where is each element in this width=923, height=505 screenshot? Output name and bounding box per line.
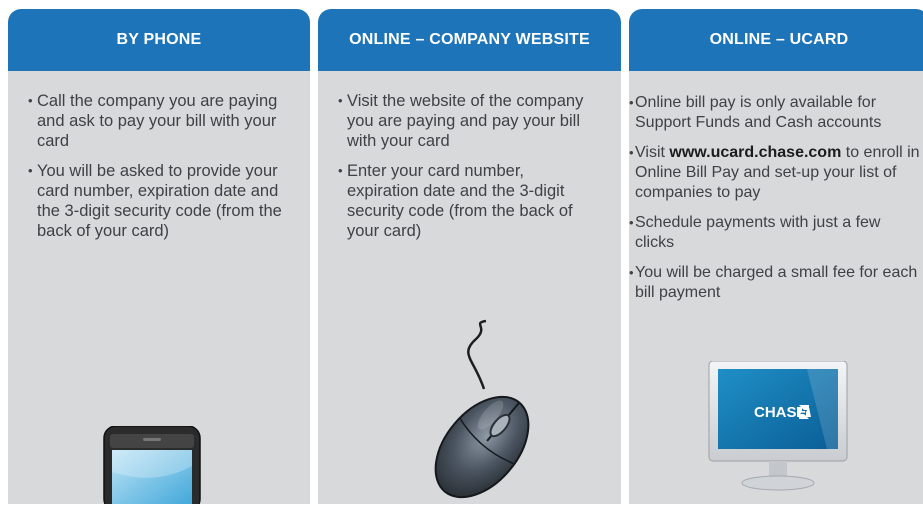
panel-ucard: ONLINE – UCARD Online bill pay is only a…: [629, 9, 923, 504]
panel-by-phone: BY PHONE Call the company you are paying…: [8, 9, 310, 504]
bullet-item: Call the company you are paying and ask …: [28, 91, 300, 151]
mobile-phone-icon: [96, 425, 206, 504]
bullet-item: Enter your card number, expiration date …: [338, 161, 598, 241]
ucard-website-link[interactable]: www.ucard.chase.com: [669, 144, 841, 161]
bullet-item: Online bill pay is only available for Su…: [629, 93, 921, 133]
bullet-item: You will be charged a small fee for each…: [629, 263, 921, 303]
bullet-item: Visit www.ucard.chase.com to enroll in O…: [629, 143, 921, 203]
panel-header: ONLINE – COMPANY WEBSITE: [318, 9, 621, 71]
bullet-item: Visit the website of the company you are…: [338, 91, 598, 151]
bullet-list: Visit the website of the company you are…: [338, 91, 598, 251]
bullet-list: Online bill pay is only available for Su…: [629, 93, 921, 313]
panel-header: ONLINE – UCARD: [629, 9, 923, 71]
panel-header: BY PHONE: [8, 9, 310, 71]
panel-company-website: ONLINE – COMPANY WEBSITE Visit the websi…: [318, 9, 621, 504]
bullet-list: Call the company you are paying and ask …: [28, 91, 300, 251]
computer-mouse-icon: [414, 319, 544, 504]
computer-monitor-icon: CHASE: [707, 360, 849, 502]
bullet-text: Visit: [635, 144, 670, 161]
bullet-item: Schedule payments with just a few clicks: [629, 213, 921, 253]
bullet-item: You will be asked to provide your card n…: [28, 161, 300, 241]
